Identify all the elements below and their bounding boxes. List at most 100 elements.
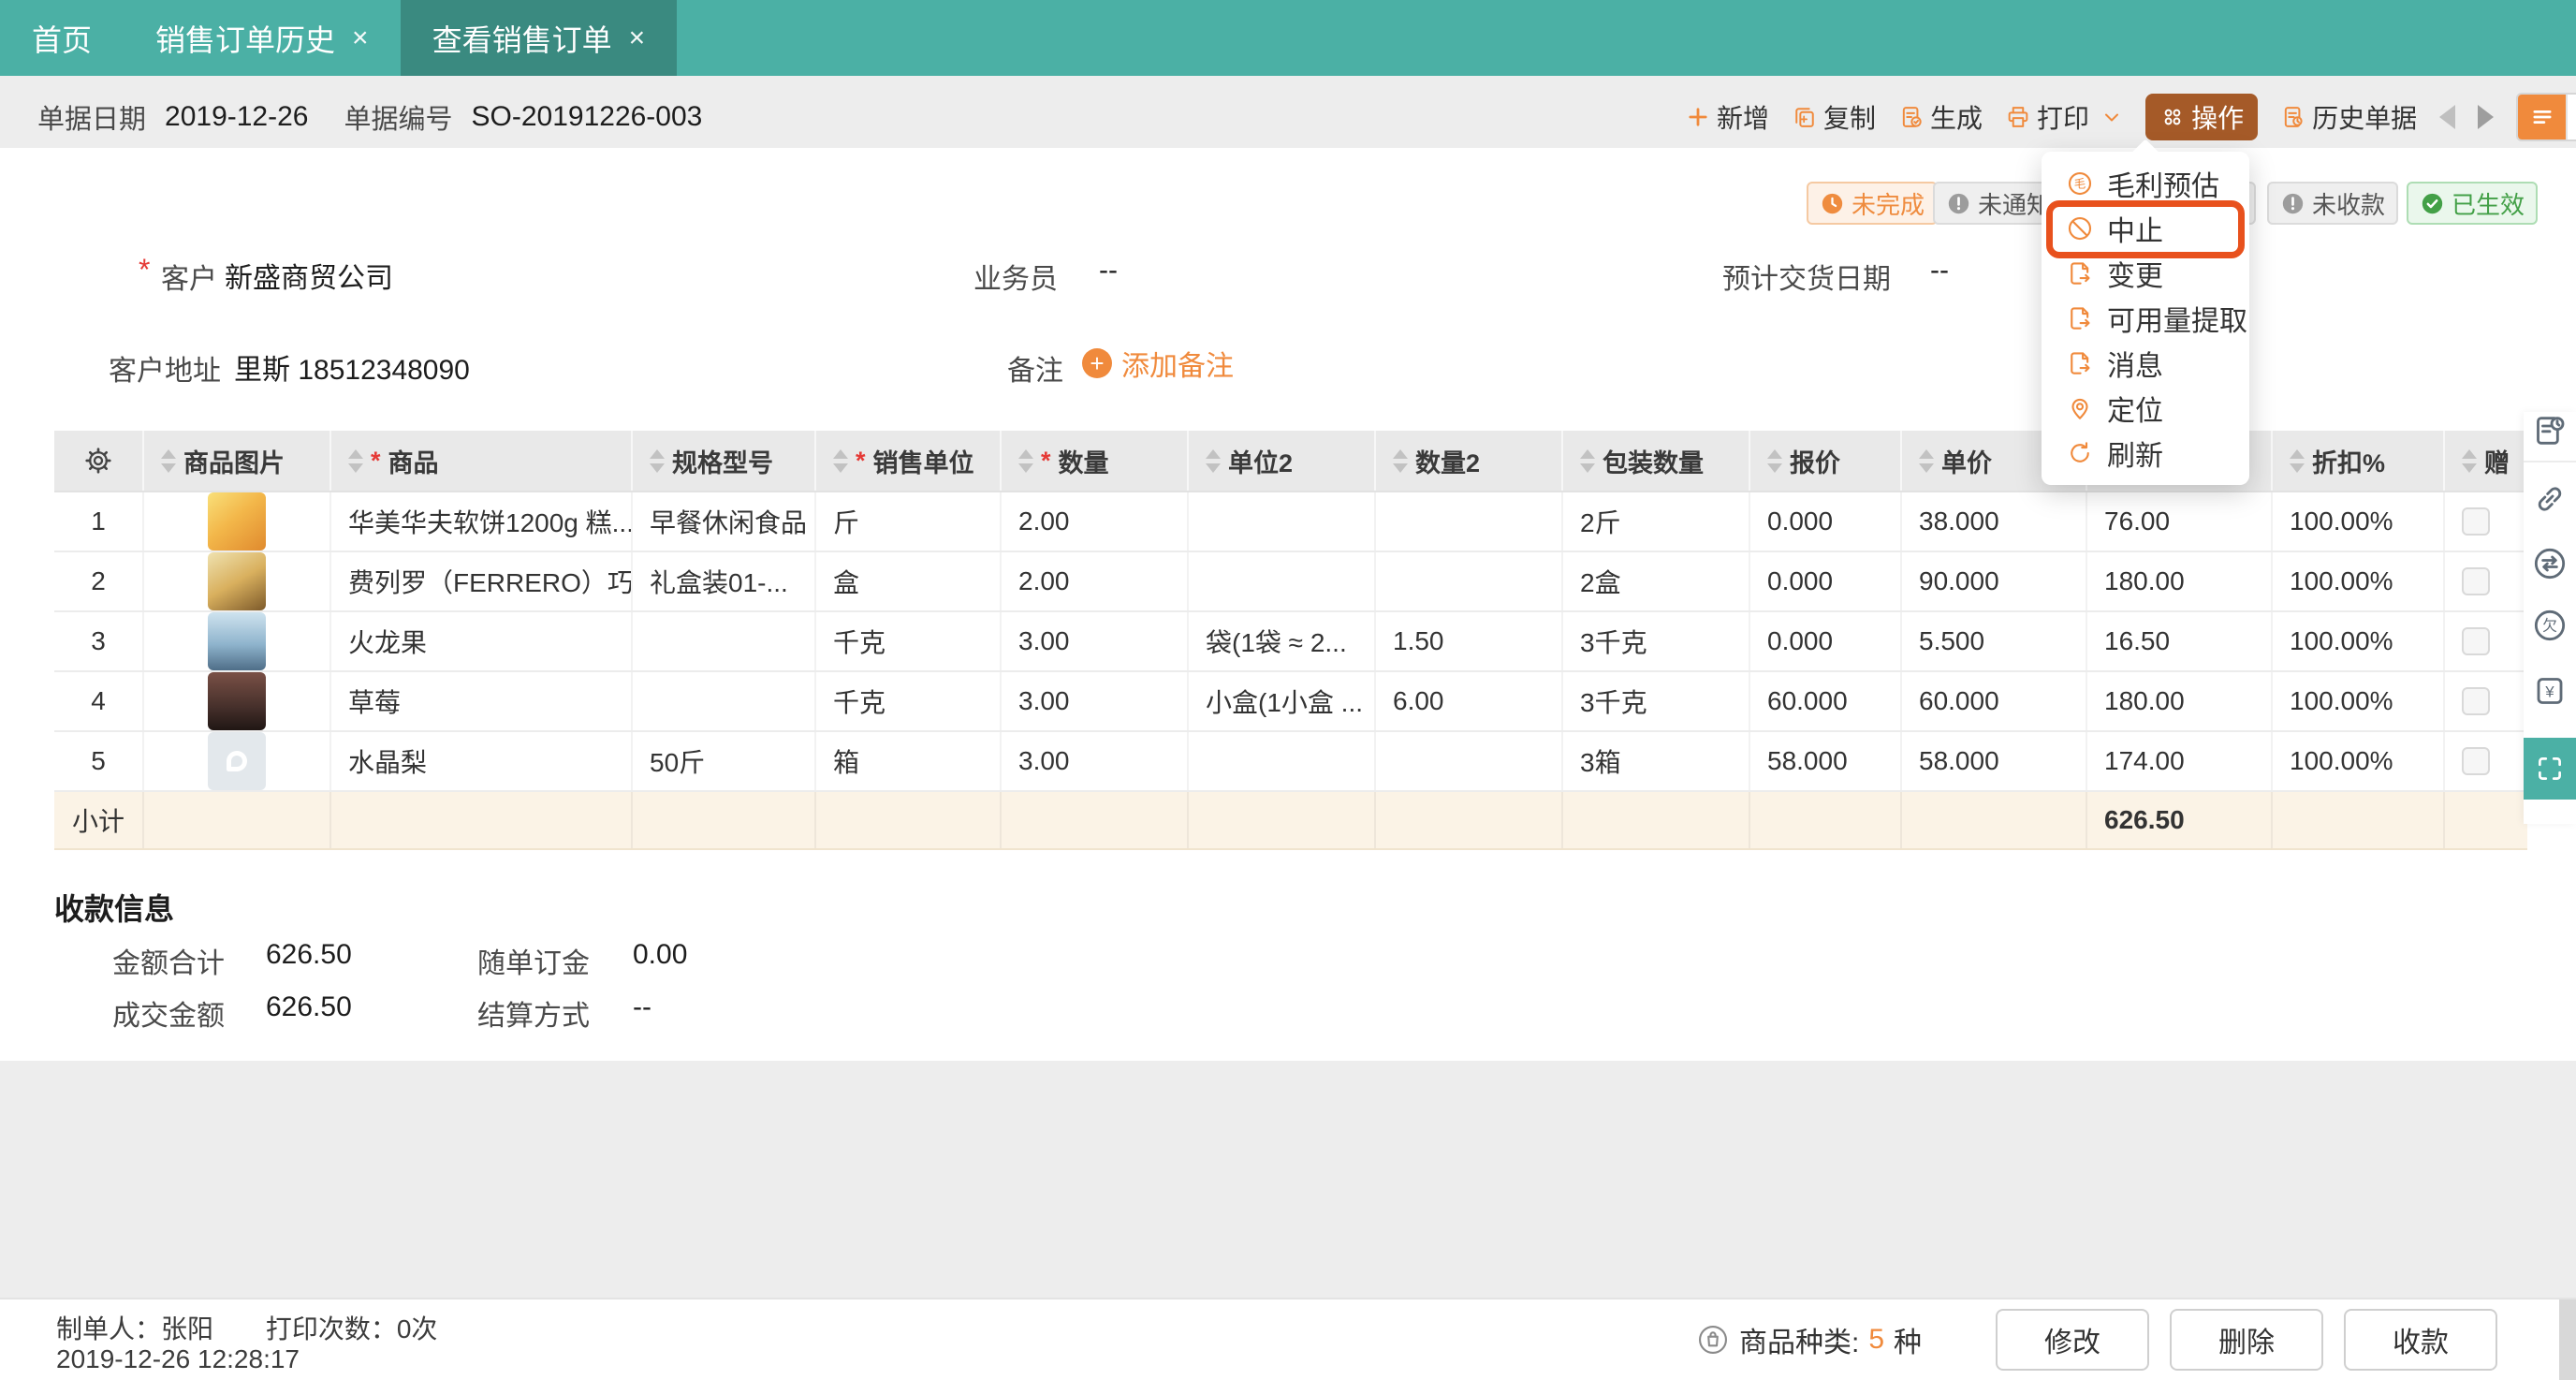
- product-image[interactable]: [208, 612, 266, 670]
- remark-label: 备注: [1007, 356, 1063, 387]
- toolbar-history-label: 历史单据: [2312, 103, 2418, 133]
- gift-checkbox[interactable]: [2462, 507, 2490, 536]
- card-view-button[interactable]: [2566, 94, 2576, 139]
- print-dropdown-chevron[interactable]: [2100, 106, 2123, 128]
- column-header-idx[interactable]: [54, 431, 144, 491]
- sidebar-link-icon[interactable]: [2531, 480, 2569, 518]
- sort-arrows-icon[interactable]: [161, 448, 176, 473]
- tab-label: 销售订单历史: [155, 22, 336, 57]
- menu-item-abort[interactable]: 中止: [2042, 206, 2249, 251]
- sort-arrows-icon[interactable]: [1767, 448, 1782, 473]
- sort-arrows-icon[interactable]: [2290, 448, 2305, 473]
- svg-text:欠: 欠: [2542, 618, 2557, 635]
- gift-checkbox[interactable]: [2462, 567, 2490, 595]
- product-image[interactable]: [208, 492, 266, 551]
- toolbar-print-button[interactable]: 打印: [2005, 98, 2089, 136]
- column-header-img[interactable]: 商品图片: [144, 431, 331, 491]
- tab-order-history[interactable]: 销售订单历史 ×: [124, 0, 401, 76]
- total-amount-value: 626.50: [266, 939, 352, 970]
- sort-arrows-icon[interactable]: [1018, 448, 1033, 473]
- cell-amount: 180.00: [2087, 672, 2273, 730]
- toolbar-operate-button[interactable]: 操作: [2145, 93, 2259, 140]
- gift-checkbox[interactable]: [2462, 747, 2490, 775]
- cell-pack: 2盒: [1563, 552, 1750, 610]
- menu-item-refresh[interactable]: 刷新: [2042, 431, 2249, 476]
- cell-qty: 3.00: [1002, 732, 1189, 790]
- receive-button[interactable]: 收款: [2344, 1309, 2497, 1371]
- plus-icon: [1685, 104, 1711, 130]
- sort-arrows-icon[interactable]: [2462, 448, 2477, 473]
- sort-arrows-icon[interactable]: [1393, 448, 1408, 473]
- status-badge-label: 未通知: [1978, 190, 2052, 219]
- cell-amount: 180.00: [2087, 552, 2273, 610]
- view-mode-toggle: [2516, 92, 2576, 141]
- status-badge-unpaid: 未收款: [2267, 182, 2399, 225]
- cell-img: [144, 612, 331, 670]
- column-header-qty2[interactable]: 数量2: [1376, 431, 1563, 491]
- close-tab-icon[interactable]: ×: [629, 22, 646, 54]
- sort-arrows-icon[interactable]: [1919, 448, 1934, 473]
- sidebar-yen-badge-icon[interactable]: ¥: [2531, 672, 2569, 710]
- fullscreen-button[interactable]: [2524, 738, 2576, 800]
- sort-arrows-icon[interactable]: [348, 448, 363, 473]
- sidebar-swap-circle-icon[interactable]: [2531, 545, 2569, 582]
- list-view-button[interactable]: [2518, 94, 2567, 139]
- product-kinds-label: 商品种类:: [1739, 1328, 1860, 1358]
- menu-item-locate[interactable]: 定位: [2042, 386, 2249, 431]
- cell-qty: 3.00: [1002, 612, 1189, 670]
- gift-checkbox[interactable]: [2462, 687, 2490, 715]
- subtotal-cell-gift: [2445, 792, 2527, 848]
- gift-checkbox[interactable]: [2462, 627, 2490, 655]
- cell-amount: 174.00: [2087, 732, 2273, 790]
- toolbar-add-button[interactable]: 新增: [1685, 98, 1769, 136]
- menu-item-label: 变更: [2107, 261, 2163, 292]
- cell-qty2: [1376, 732, 1563, 790]
- cell-img: [144, 672, 331, 730]
- column-header-pack[interactable]: 包装数量: [1563, 431, 1750, 491]
- owe-circle-icon: 欠: [2531, 607, 2569, 644]
- column-header-discount[interactable]: 折扣%: [2273, 431, 2445, 491]
- column-label: 单价: [1941, 448, 1992, 477]
- toolbar-generate-button[interactable]: 生成: [1898, 98, 1983, 136]
- cell-spec: 50斤: [633, 732, 816, 790]
- product-image[interactable]: [208, 732, 266, 790]
- copy-icon: [1792, 104, 1818, 130]
- product-image[interactable]: [208, 552, 266, 610]
- svg-text:毛: 毛: [2074, 178, 2086, 191]
- column-header-gift[interactable]: 赠: [2445, 431, 2527, 491]
- sort-arrows-icon[interactable]: [833, 448, 848, 473]
- sort-arrows-icon[interactable]: [1206, 448, 1221, 473]
- column-header-name[interactable]: * 商品: [331, 431, 633, 491]
- menu-item-change[interactable]: 变更: [2042, 251, 2249, 296]
- prev-document-arrow[interactable]: [2439, 104, 2456, 129]
- sort-arrows-icon[interactable]: [1580, 448, 1595, 473]
- add-remark-button[interactable]: + 添加备注: [1082, 343, 1234, 384]
- menu-item-available-extract[interactable]: 可用量提取: [2042, 296, 2249, 341]
- tab-view-order[interactable]: 查看销售订单 ×: [400, 0, 678, 76]
- maker-line: 制单人：张阳 打印次数：0次: [56, 1309, 437, 1346]
- close-tab-icon[interactable]: ×: [352, 22, 369, 54]
- menu-item-message[interactable]: 消息: [2042, 341, 2249, 386]
- menu-item-profit-estimate[interactable]: 毛 毛利预估: [2042, 161, 2249, 206]
- toolbar-copy-button[interactable]: 复制: [1792, 98, 1876, 136]
- footer-scrollbar[interactable]: [2559, 1299, 2576, 1380]
- edit-button[interactable]: 修改: [1996, 1309, 2149, 1371]
- toolbar-history-button[interactable]: 历史单据: [2280, 98, 2417, 136]
- menu-item-label: 刷新: [2107, 441, 2163, 472]
- column-header-qty[interactable]: * 数量: [1002, 431, 1189, 491]
- product-image[interactable]: [208, 672, 266, 730]
- sidebar-doc-clock-icon[interactable]: [2531, 412, 2569, 449]
- column-header-spec[interactable]: 规格型号: [633, 431, 816, 491]
- column-header-quote[interactable]: 报价: [1750, 431, 1902, 491]
- settle-method-value: --: [633, 991, 651, 1022]
- sort-arrows-icon[interactable]: [650, 448, 665, 473]
- sidebar-owe-circle-icon[interactable]: 欠: [2531, 607, 2569, 644]
- toolbar: 单据日期 2019-12-26 单据编号 SO-20191226-003 新增 复…: [0, 76, 2576, 148]
- column-header-unit2[interactable]: 单位2: [1189, 431, 1376, 491]
- subtotal-cell-qty2: [1376, 792, 1563, 848]
- next-document-arrow[interactable]: [2478, 104, 2495, 129]
- cell-pack: 3千克: [1563, 612, 1750, 670]
- delete-button[interactable]: 删除: [2170, 1309, 2323, 1371]
- column-header-unit[interactable]: * 销售单位: [816, 431, 1002, 491]
- tab-home[interactable]: 首页: [0, 0, 124, 76]
